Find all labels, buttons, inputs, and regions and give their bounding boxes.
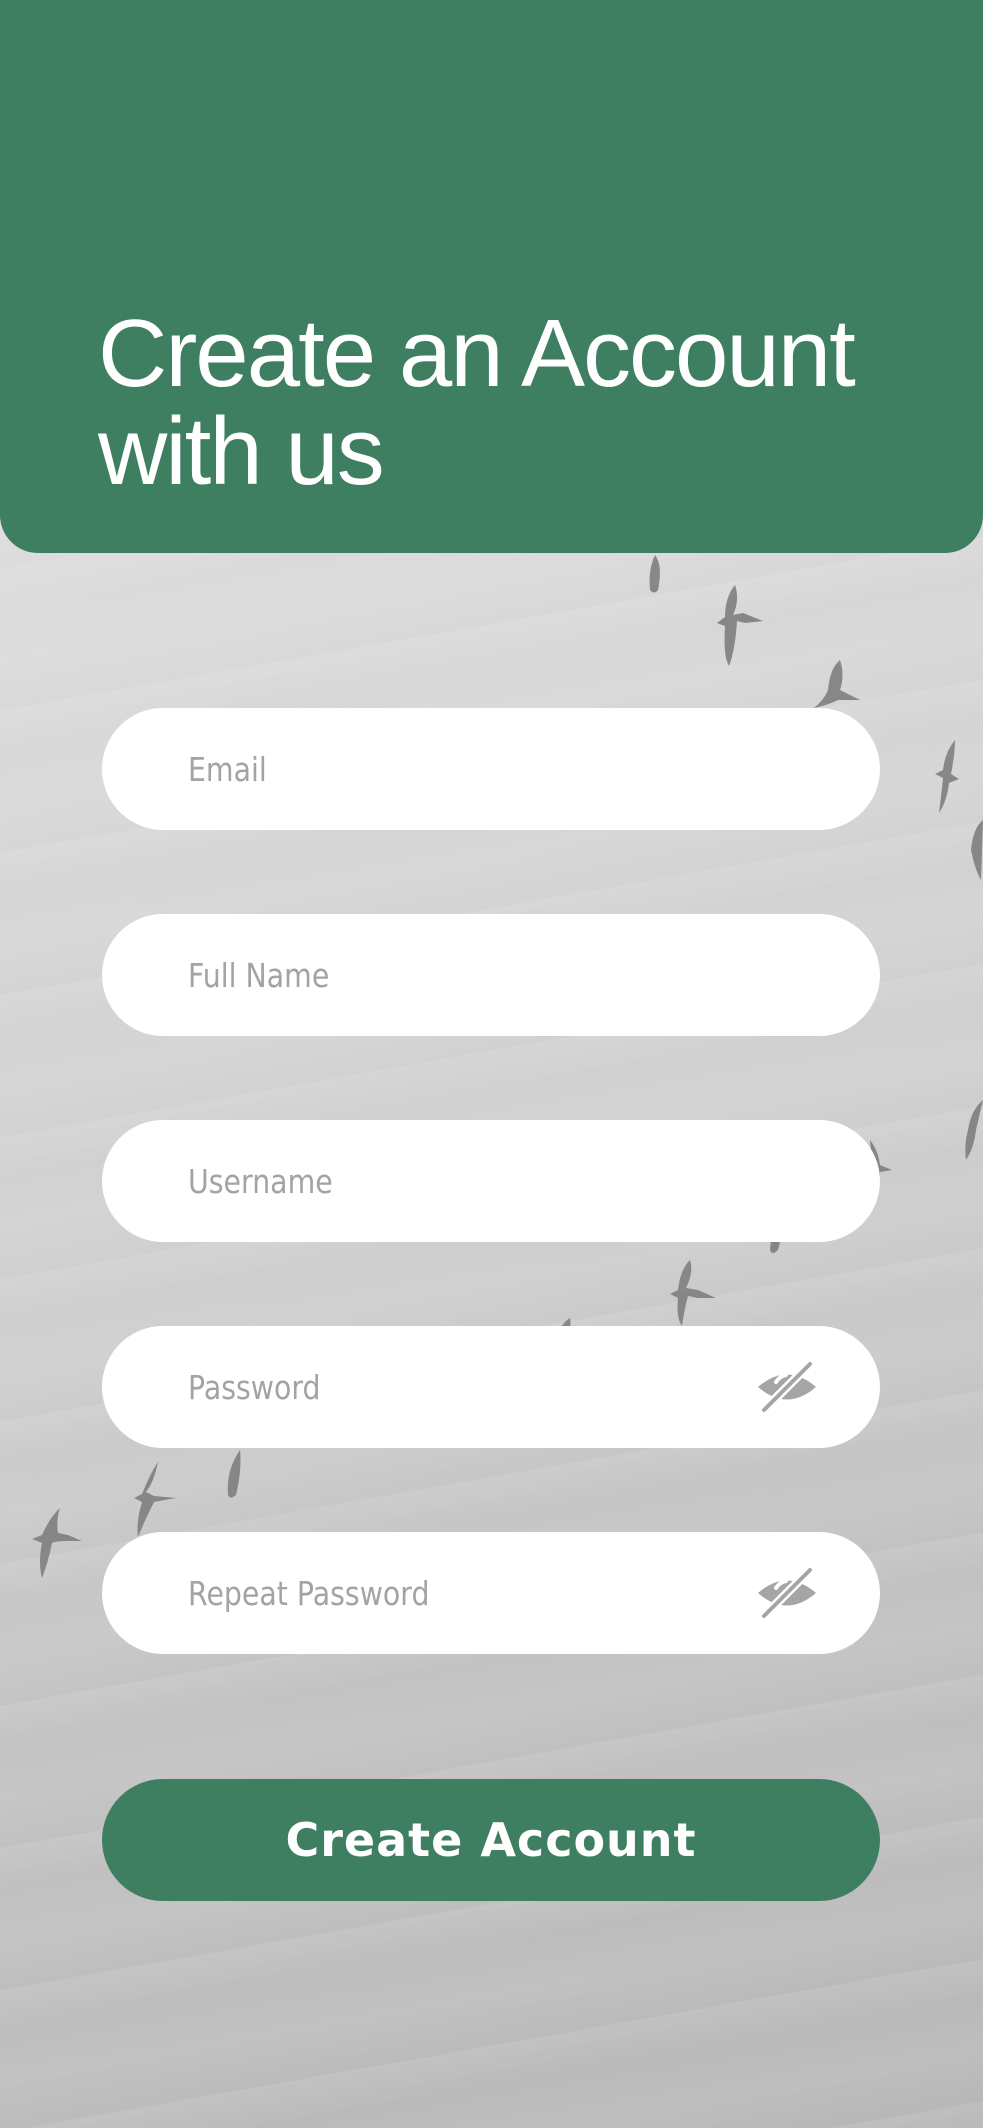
username-field[interactable]: Username (102, 1120, 880, 1242)
page-title-line-2: with us (98, 398, 385, 505)
eye-slash-icon[interactable] (756, 1566, 818, 1620)
username-placeholder: Username (188, 1161, 333, 1201)
full-name-field[interactable]: Full Name (102, 914, 880, 1036)
page-title: Create an Account with us (98, 305, 958, 501)
email-placeholder: Email (188, 749, 267, 789)
repeat-password-placeholder: Repeat Password (188, 1573, 430, 1613)
repeat-password-field[interactable]: Repeat Password (102, 1532, 880, 1654)
header-banner: Create an Account with us (0, 0, 983, 553)
email-field[interactable]: Email (102, 708, 880, 830)
page-title-line-1: Create an Account (98, 300, 856, 407)
full-name-placeholder: Full Name (188, 955, 330, 995)
password-placeholder: Password (188, 1367, 321, 1407)
password-field[interactable]: Password (102, 1326, 880, 1448)
create-account-button[interactable]: Create Account (102, 1779, 880, 1901)
eye-slash-icon[interactable] (756, 1360, 818, 1414)
